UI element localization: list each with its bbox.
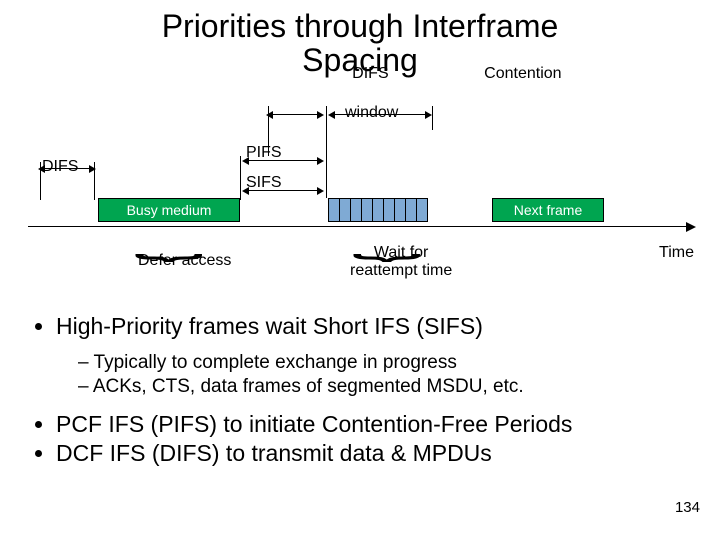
pifs-arrow — [248, 160, 318, 161]
bullet-3: DCF IFS (DIFS) to transmit data & MPDUs — [56, 439, 690, 468]
vtick — [432, 106, 433, 130]
title-line1: Priorities through Interframe — [162, 8, 559, 44]
difs-arrow-top — [272, 114, 318, 115]
defer-label: Defer access — [138, 252, 231, 270]
overlap-difs: DIFS — [352, 66, 388, 83]
wait-line2: reattempt time — [350, 262, 452, 279]
overlap-contention: Contention — [484, 66, 561, 83]
vtick — [326, 106, 327, 198]
bullet-list: High-Priority frames wait Short IFS (SIF… — [34, 312, 690, 478]
timing-diagram: Busy medium Next frame Time ⏟ ⏟ Defer ac… — [28, 96, 698, 286]
sub-bullet-2: ACKs, CTS, data frames of segmented MSDU… — [78, 375, 690, 399]
wait-label: Wait for reattempt time — [350, 244, 452, 279]
sifs-arrow — [248, 190, 318, 191]
slide-title: Priorities through Interframe Spacing DI… — [0, 10, 720, 77]
bullet-2: PCF IFS (PIFS) to initiate Contention-Fr… — [56, 410, 690, 439]
sub-bullet-1: Typically to complete exchange in progre… — [78, 351, 690, 375]
title-line2-wrap: Spacing DIFS Contention — [302, 44, 418, 78]
page-number: 134 — [675, 499, 700, 516]
next-frame-box: Next frame — [492, 198, 604, 222]
bullet-1: High-Priority frames wait Short IFS (SIF… — [56, 312, 690, 341]
wait-line1: Wait for — [374, 244, 429, 261]
vtick — [240, 156, 241, 200]
time-label: Time — [659, 244, 694, 262]
difs-arrow-left — [44, 168, 90, 169]
contention-window-arrow — [334, 114, 426, 115]
